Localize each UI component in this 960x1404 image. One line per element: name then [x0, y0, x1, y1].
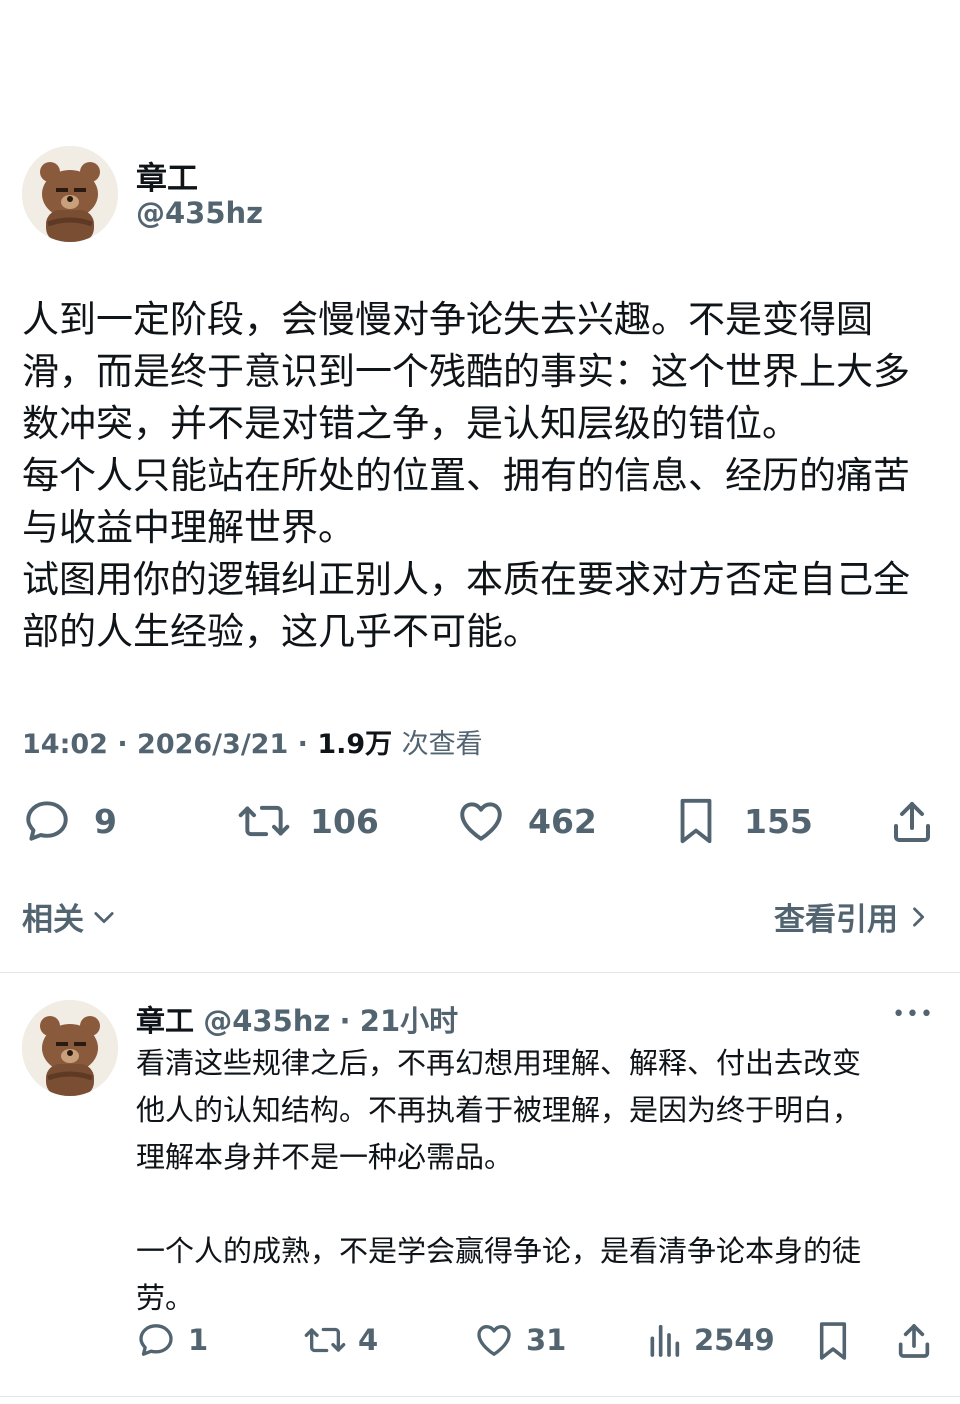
like-icon — [477, 1325, 511, 1356]
reply-line: 理解本身并不是一种必需品。 — [136, 1140, 514, 1174]
tweet-time[interactable]: 14:02 — [22, 729, 108, 760]
author-handle[interactable]: @435hz — [136, 196, 263, 230]
reply-icon — [26, 801, 68, 841]
like-icon — [460, 802, 502, 841]
reply-header: 章工 @435hz · 21小时 — [136, 998, 458, 1040]
reply-line: 他人的认知结构。不再执着于被理解，是因为终于明白， — [136, 1093, 862, 1127]
reply-views-button[interactable]: 2549 — [646, 1320, 775, 1360]
reply-count: 9 — [94, 801, 117, 841]
tweet-line: 与收益中理解世界。 — [22, 506, 355, 549]
reply-line: 一个人的成熟，不是学会赢得争论，是看清争论本身的徒 — [136, 1234, 862, 1268]
reply-reply-button[interactable]: 1 — [136, 1320, 208, 1360]
reply-line — [136, 1181, 861, 1228]
tweet-line: 每个人只能站在所处的位置、拥有的信息、经历的痛苦 — [22, 454, 910, 497]
retweet-icon — [304, 1327, 346, 1353]
chevron-down-icon — [94, 911, 114, 923]
reply-author-name[interactable]: 章工 — [136, 1004, 194, 1038]
tweet-line: 滑，而是终于意识到一个残酷的事实：这个世界上大多 — [22, 350, 910, 393]
reply-line: 看清这些规律之后，不再幻想用理解、解释、付出去改变 — [136, 1046, 862, 1080]
reply-icon — [139, 1324, 173, 1356]
tweet-line: 部的人生经验，这几乎不可能。 — [22, 610, 540, 653]
reply-text: 看清这些规律之后，不再幻想用理解、解释、付出去改变 他人的认知结构。不再执着于被… — [136, 1040, 861, 1322]
reply-bookmark-button[interactable] — [816, 1320, 850, 1362]
bottom-divider — [0, 1396, 960, 1397]
reply-share-button[interactable] — [894, 1321, 934, 1361]
bear-avatar-icon — [22, 146, 118, 242]
section-divider — [0, 972, 960, 973]
reply-like-count: 31 — [526, 1323, 567, 1357]
author-name[interactable]: 章工 — [136, 153, 198, 198]
meta-separator: · — [297, 729, 308, 760]
related-label: 相关 — [22, 902, 84, 938]
related-toggle[interactable]: 相关 — [22, 894, 118, 939]
tweet-date[interactable]: 2026/3/21 — [137, 729, 288, 760]
tweet-views-label: 次查看 — [401, 729, 483, 760]
view-quotes-label: 查看引用 — [774, 902, 898, 938]
reply-time-ago[interactable]: 21小时 — [360, 1004, 458, 1038]
reply-like-button[interactable]: 31 — [474, 1320, 566, 1360]
like-button[interactable]: 462 — [456, 796, 597, 846]
more-icon[interactable]: ••• — [892, 1002, 934, 1027]
bookmark-button[interactable]: 155 — [676, 796, 813, 846]
retweet-icon — [238, 805, 290, 837]
bookmark-icon — [680, 798, 712, 844]
reply-separator: · — [339, 1004, 351, 1038]
reply-author-avatar[interactable] — [22, 1000, 118, 1096]
reply-reply-count: 1 — [188, 1323, 209, 1357]
tweet-line: 人到一定阶段，会慢慢对争论失去兴趣。不是变得圆 — [22, 298, 873, 341]
reply-retweet-button[interactable]: 4 — [302, 1320, 378, 1360]
bookmark-icon — [819, 1322, 847, 1360]
view-quotes-link[interactable]: 查看引用 — [774, 894, 932, 939]
share-button[interactable] — [888, 798, 936, 846]
share-icon — [898, 1324, 930, 1358]
author-avatar[interactable] — [22, 146, 118, 242]
bookmark-count: 155 — [744, 801, 813, 841]
chevron-right-icon — [913, 906, 925, 927]
bear-avatar-icon — [22, 1000, 118, 1096]
tweet-meta: 14:02 · 2026/3/21 · 1.9万 次查看 — [22, 722, 483, 761]
views-icon — [650, 1324, 680, 1357]
like-count: 462 — [528, 801, 597, 841]
reply-author-handle[interactable]: @435hz — [203, 1004, 330, 1038]
reply-retweet-count: 4 — [358, 1323, 379, 1357]
reply-button[interactable]: 9 — [22, 796, 117, 846]
tweet-text: 人到一定阶段，会慢慢对争论失去兴趣。不是变得圆 滑，而是终于意识到一个残酷的事实… — [22, 294, 910, 658]
retweet-count: 106 — [310, 801, 379, 841]
reply-views-count: 2549 — [694, 1323, 775, 1357]
tweet-line: 数冲突，并不是对错之争，是认知层级的错位。 — [22, 402, 799, 445]
reply-line: 劳。 — [136, 1281, 195, 1315]
meta-separator: · — [117, 729, 128, 760]
tweet-line: 试图用你的逻辑纠正别人，本质在要求对方否定自己全 — [22, 558, 910, 601]
tweet-views-count: 1.9万 — [317, 729, 393, 760]
share-icon — [894, 802, 930, 842]
retweet-button[interactable]: 106 — [236, 796, 379, 846]
